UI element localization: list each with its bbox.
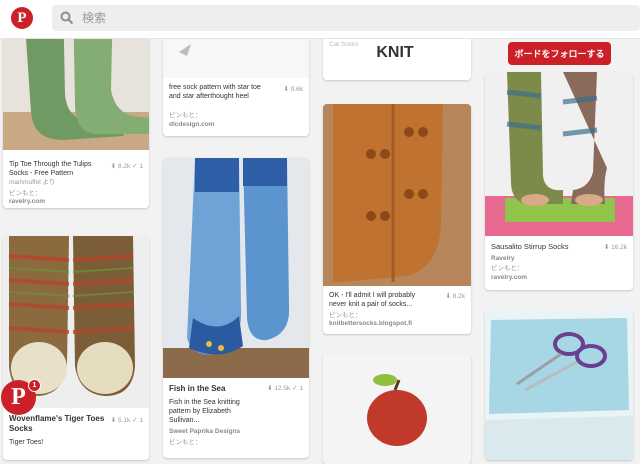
pin-blue-fabric[interactable] [485, 310, 633, 460]
pin-image [485, 72, 633, 236]
pin-description: Tip Toe Through the Tulips Socks - Free … [9, 161, 92, 177]
pin-stats: ⬇ 8.2k [445, 292, 465, 300]
pin-stats: ⬇ 8.2k ✓ 1 [111, 162, 143, 170]
pin-description: OK - I'll admit I will probably never kn… [329, 292, 416, 308]
search-bar[interactable] [52, 5, 640, 31]
pin-tiger-toes[interactable]: Wovenflame's Tiger Toes Socks ⬇ 5.1k ✓ 1… [3, 236, 149, 460]
pin-saves-count: 5.1k [118, 417, 131, 424]
pin-source[interactable]: ravelry.com [491, 274, 627, 282]
pin-likes-count: 1 [299, 385, 303, 392]
pin-save-icon: ⬇ [283, 86, 289, 93]
pin-source[interactable]: dlcdesign.com [169, 121, 303, 129]
pin-author[interactable]: Ravelry [491, 255, 627, 263]
pin-image [323, 354, 471, 464]
pin-save-icon: ⬇ [267, 385, 273, 392]
pin-like-icon: ✓ [132, 417, 138, 424]
pin-saves-count: 12.5k [274, 385, 291, 392]
search-input[interactable] [82, 5, 622, 31]
pin-source-label: ピンもと： [169, 439, 202, 446]
pin-image [485, 310, 633, 460]
pin-saves-count: 9.6k [290, 86, 303, 93]
pin-author[interactable]: maihmuffel より [9, 179, 143, 187]
pin-saves-count: 16.2k [611, 244, 627, 251]
pin-stats: ⬇ 9.6k [283, 85, 303, 93]
pin-owl-socks[interactable]: OK - I'll admit I will probably never kn… [323, 104, 471, 334]
top-bar: P [0, 0, 640, 39]
pin-saves-count: 8.2k [452, 293, 465, 300]
pin-author[interactable]: Sweet Paprika Designs [169, 428, 303, 436]
pin-save-icon: ⬇ [110, 163, 117, 170]
pin-source-label: ピンもと： [9, 190, 42, 197]
pin-saves-count: 8.2k [118, 163, 131, 170]
pin-source[interactable]: knitbettersocks.blogspot.fi [329, 320, 465, 328]
pin-apple-hat[interactable] [323, 354, 471, 464]
pin-title: Fish in the Sea [169, 384, 226, 393]
pin-like-icon: ✓ [132, 163, 138, 170]
pin-description: Tiger Toes! [9, 439, 44, 446]
pin-description: free sock pattern with star toe and star… [169, 84, 261, 100]
pin-image [163, 158, 309, 378]
pin-like-icon: ✓ [292, 385, 298, 392]
pin-stirrup-socks[interactable]: Sausalito Stirrup Socks ⬇ 16.2k Ravelry … [485, 72, 633, 290]
search-icon [60, 11, 74, 25]
pin-title: Wovenflame's Tiger Toes Socks [9, 414, 105, 433]
pin-stats: ⬇ 12.5k ✓ 1 [267, 384, 303, 392]
pin-save-icon: ⬇ [445, 293, 451, 300]
pin-source-label: ピンもと： [329, 312, 362, 319]
pin-stats: ⬇ 16.2k [604, 243, 627, 251]
pin-title: Sausalito Stirrup Socks [491, 242, 569, 251]
pin-likes-count: 1 [139, 417, 143, 424]
notification-badge[interactable]: 1 [28, 379, 41, 392]
pin-fish-in-the-sea[interactable]: Fish in the Sea ⬇ 12.5k ✓ 1 Fish in the … [163, 158, 309, 458]
pin-save-icon: ⬇ [110, 417, 117, 424]
pin-image [323, 104, 471, 286]
pin-source-label: ピンもと： [491, 265, 524, 272]
pin-save-icon: ⬇ [603, 244, 610, 251]
pin-source-label: ピンもと： [169, 112, 202, 119]
board-title: KNIT [376, 44, 414, 61]
pin-source[interactable]: ravelry.com [9, 198, 143, 206]
pinterest-logo-icon[interactable]: P [11, 7, 33, 29]
pin-stats: ⬇ 5.1k ✓ 1 [111, 416, 143, 424]
follow-board-button[interactable]: ボードをフォローする [508, 42, 611, 65]
pin-description: Fish in the Sea knitting pattern by Eliz… [169, 399, 240, 424]
pin-likes-count: 1 [139, 163, 143, 170]
